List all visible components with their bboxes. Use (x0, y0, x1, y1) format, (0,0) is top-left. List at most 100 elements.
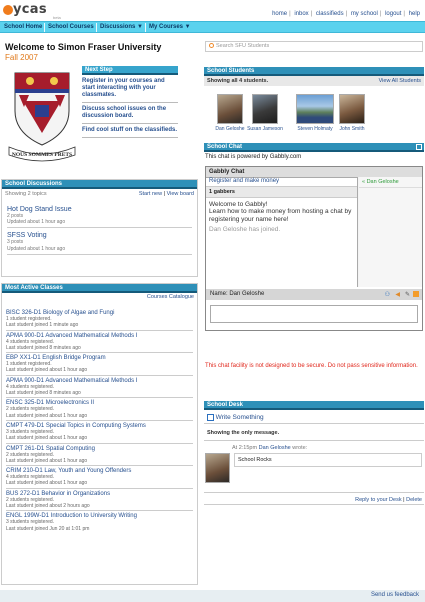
gabbers-count: 1 gabbers (206, 186, 357, 198)
class-last-joined: Last student joined about 1 hour ago (6, 457, 88, 464)
school-chat-panel: School Chat This chat is powered by Gabb… (204, 143, 424, 165)
next-step-panel: Next Step Register in your courses and s… (82, 66, 178, 138)
view-all-students-link[interactable]: View All Students (379, 78, 421, 84)
class-name[interactable]: Behavior in Organizations (41, 491, 110, 497)
chat-name-label: Name: Dan Geloshe (210, 291, 265, 297)
topnav-logout[interactable]: logout (385, 11, 401, 17)
class-last-joined: Last student joined about 1 hour ago (6, 412, 88, 419)
chat-user-list: « Dan Geloshe (359, 177, 422, 287)
chat-messages-area: Register and make money 1 gabbers Welcom… (206, 177, 361, 287)
avatar[interactable] (205, 453, 230, 483)
student-name[interactable]: John Smith (332, 126, 372, 132)
class-name[interactable]: Law, Youth and Young Offenders (44, 468, 131, 474)
desk-header: School Desk (204, 401, 424, 410)
chat-name-bar: Name: Dan Geloshe ⚇ ◀ ✎ (206, 289, 422, 300)
topic-title[interactable]: Hot Dog Stand Issue (7, 206, 192, 213)
users-icon[interactable]: ⚇ (385, 291, 390, 298)
gabbly-chat-widget: Gabbly Chat Register and make money 1 ga… (205, 166, 423, 331)
class-last-joined: Last student joined 8 minutes ago (6, 344, 81, 351)
avatar[interactable] (339, 94, 365, 124)
write-something-link[interactable]: Write Something (216, 414, 264, 421)
class-name[interactable]: Advanced Mathematical Methods I (45, 378, 137, 384)
class-last-joined: Last student joined about 1 hour ago (6, 480, 88, 487)
logo-text: ycas (13, 2, 47, 17)
class-row: EBP XX1-D1 English Bridge Program 1 stude… (6, 353, 193, 376)
classes-header: Most Active Classes (2, 284, 197, 293)
next-step-discuss[interactable]: Discuss school issues on the discussion … (82, 103, 178, 124)
topnav-inbox[interactable]: inbox (294, 11, 308, 17)
classes-toolbar: Courses Catalogue (2, 293, 197, 302)
class-row: CMPT 479-D1 Special Topics in Computing … (6, 421, 193, 444)
class-last-joined: Last student joined about 1 hour ago (6, 367, 88, 374)
search-icon (209, 43, 214, 49)
students-showing-row: Showing all 4 students. View All Student… (204, 76, 424, 86)
nav-divider (145, 23, 146, 32)
expand-icon[interactable] (416, 144, 422, 150)
class-row: APMA 900-D1 Advanced Mathematical Method… (6, 331, 193, 354)
class-code[interactable]: CMPT 261-D1 (6, 446, 44, 452)
main-navbar: School Home School Courses Discussions ▼… (0, 21, 425, 33)
student-name[interactable]: Susan Jameson (245, 126, 285, 132)
ycas-logo[interactable]: ycas beta (3, 2, 73, 20)
divider (7, 227, 192, 229)
class-name[interactable]: Special Topics in Computing Systems (46, 423, 146, 429)
topnav-my-school[interactable]: my school (351, 11, 378, 17)
message-wrote: wrote: (292, 445, 308, 451)
message-time: At 2:15pm (232, 445, 258, 451)
class-code[interactable]: APMA 900-D1 (6, 333, 44, 339)
avatar[interactable] (217, 94, 243, 124)
class-name[interactable]: Biology of Algae and Fungi (43, 310, 114, 316)
class-name[interactable]: English Bridge Program (42, 355, 105, 361)
most-active-classes-panel: Most Active Classes Courses Catalogue BI… (1, 283, 198, 585)
chat-welcome: Welcome to Gabbly! (209, 201, 268, 208)
student-name[interactable]: Steven Holmaty (295, 126, 335, 132)
nav-school-home[interactable]: School Home (4, 24, 42, 30)
pencil-icon[interactable] (207, 414, 214, 421)
view-board-link[interactable]: View board (167, 191, 194, 197)
class-list: BISC 326-D1 Biology of Algae and Fungi 1 … (2, 302, 197, 533)
student-search-input[interactable]: Search SFU Students (205, 41, 423, 52)
chat-user[interactable]: « Dan Geloshe (359, 177, 422, 188)
discussion-links: Start new | View board (138, 191, 194, 197)
send-feedback-link[interactable]: Send us feedback (371, 592, 419, 598)
class-last-joined: Last student joined about 1 hour ago (6, 435, 88, 442)
topnav-classifieds[interactable]: classifieds (316, 11, 344, 17)
class-code[interactable]: BUS 272-D1 (6, 491, 40, 497)
class-name[interactable]: Advanced Mathematical Methods I (45, 333, 137, 339)
desk-showing: Showing the only message. (204, 424, 424, 441)
page-title: Welcome to Simon Fraser University (5, 42, 162, 52)
register-link[interactable]: Register and make money (209, 178, 279, 184)
class-code[interactable]: APMA 900-D1 (6, 378, 44, 384)
top-navigation: home | inbox | classifieds | my school | log… (272, 11, 420, 17)
nav-school-courses[interactable]: School Courses (48, 24, 94, 30)
next-step-classifieds[interactable]: Find cool stuff on the classifieds. (82, 124, 178, 138)
topnav-home[interactable]: home (272, 11, 287, 17)
class-row: BISC 326-D1 Biology of Algae and Fungi 1 … (6, 308, 193, 331)
sound-icon[interactable]: ◀ (395, 291, 400, 298)
student-name[interactable]: Dan Geloshe (210, 126, 250, 132)
settings-icon[interactable]: ✎ (405, 291, 410, 298)
class-name[interactable]: Spatial Computing (46, 446, 95, 452)
chat-powered-by: This chat is powered by Gabbly.com (205, 154, 302, 160)
reply-to-desk-link[interactable]: Reply to your Desk (355, 497, 401, 503)
beta-label: beta (53, 15, 61, 20)
write-something-row: Write Something (204, 410, 424, 424)
message-body: School Rocks (234, 453, 422, 467)
nav-my-courses[interactable]: My Courses ▼ (149, 24, 191, 30)
nav-divider (96, 23, 97, 32)
main-content: Welcome to Simon Fraser University Fall … (0, 33, 425, 590)
rss-icon[interactable] (413, 291, 419, 297)
topic-title[interactable]: SFSS Voting (7, 232, 192, 239)
chat-message-input[interactable] (210, 305, 418, 323)
delete-message-link[interactable]: Delete (406, 497, 422, 503)
start-new-topic-link[interactable]: Start new (139, 191, 162, 197)
courses-catalogue-link[interactable]: Courses Catalogue (147, 294, 194, 300)
message-author[interactable]: Dan Geloshe (259, 445, 291, 451)
next-step-header: Next Step (82, 66, 178, 75)
avatar[interactable] (252, 94, 278, 124)
next-step-register[interactable]: Register in your courses and start inter… (82, 75, 178, 103)
class-name[interactable]: Introduction to University Writing (51, 513, 137, 519)
topnav-help[interactable]: help (409, 11, 420, 17)
nav-discussions[interactable]: Discussions ▼ (100, 24, 143, 30)
avatar[interactable] (296, 94, 334, 124)
